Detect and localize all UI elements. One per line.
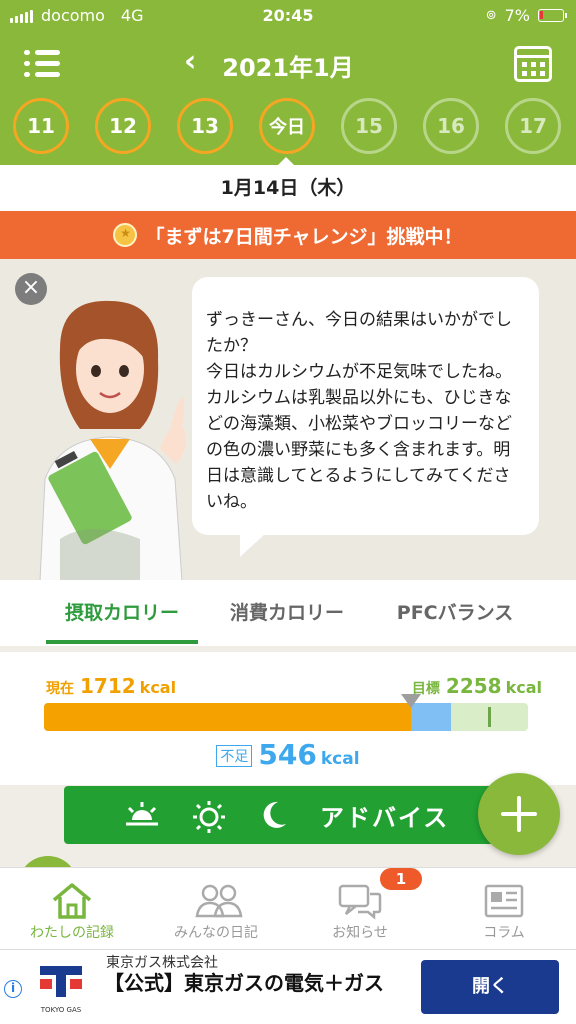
month-title: 2021年1月 — [222, 54, 354, 82]
goal-line — [488, 707, 491, 727]
header-area: docomo 4G 20:45 ⊚ 7% ‹ 2021年1月 11 12 13 … — [0, 0, 576, 165]
ad-banner[interactable]: i TOKYO GAS 東京ガス株式会社 【公式】東京ガスの電気＋ガス 開く — [0, 949, 576, 1024]
day-11[interactable]: 11 — [13, 98, 69, 154]
shortfall-kcal: 不足 546 kcal — [0, 738, 576, 771]
shortfall-value: 546 — [258, 738, 317, 771]
day-17[interactable]: 17 — [505, 98, 561, 154]
add-record-button[interactable] — [478, 773, 560, 855]
status-bar: docomo 4G 20:45 ⊚ 7% — [0, 0, 576, 32]
tab-intake-calories[interactable]: 摂取カロリー — [46, 580, 198, 646]
ad-title[interactable]: 【公式】東京ガスの電気＋ガス — [104, 970, 404, 997]
medal-icon — [113, 223, 138, 247]
date-label: 1月14日（木） — [0, 165, 576, 211]
advice-area: × ずっきーさん、今日の結果はいかがでしたか？ 今日はカルシウムが不足気味でした… — [0, 259, 576, 580]
tab-burned-calories[interactable]: 消費カロリー — [214, 580, 360, 646]
ad-advertiser: 東京ガス株式会社 — [106, 955, 218, 971]
advice-button[interactable]: アドバイス — [64, 786, 514, 844]
nav-my-records[interactable]: わたしの記録 — [0, 868, 144, 950]
calorie-card: 摂取カロリー 消費カロリー PFCバランス 現在 1712 kcal 目標 2258 k… — [0, 580, 576, 785]
sunrise-icon — [126, 802, 158, 826]
rotation-lock-icon: ⊚ — [485, 8, 497, 23]
battery-label: 7% — [504, 6, 530, 25]
current-kcal: 現在 1712 kcal — [46, 674, 177, 698]
calorie-progress-bar — [44, 703, 528, 731]
challenge-banner[interactable]: 「まずは7日間チャレンジ」挑戦中！ — [0, 211, 576, 259]
day-15[interactable]: 15 — [341, 98, 397, 154]
home-icon — [52, 883, 92, 919]
tab-pfc-balance[interactable]: PFCバランス — [382, 580, 528, 646]
svg-text:TOKYO GAS: TOKYO GAS — [40, 1006, 82, 1014]
advisor-illustration — [39, 300, 186, 580]
ad-open-button[interactable]: 開く — [421, 960, 559, 1014]
day-16[interactable]: 16 — [423, 98, 479, 154]
intake-fill — [44, 703, 411, 731]
newspaper-icon — [484, 884, 524, 918]
day-12[interactable]: 12 — [95, 98, 151, 154]
advice-button-label: アドバイス — [320, 804, 450, 832]
people-icon — [195, 884, 243, 918]
active-tab-indicator — [46, 640, 198, 644]
current-marker — [401, 694, 421, 708]
notification-badge: 1 — [380, 868, 422, 890]
advice-message: ずっきーさん、今日の結果はいかがでしたか？ 今日はカルシウムが不足気味でしたね。… — [206, 310, 512, 512]
calendar-icon[interactable] — [514, 46, 552, 82]
chat-icon — [338, 884, 382, 920]
day-selector: 11 12 13 今日 15 16 17 — [0, 98, 576, 156]
moon-icon — [263, 801, 286, 828]
info-icon[interactable]: i — [4, 980, 22, 998]
goal-kcal-value: 2258 — [445, 674, 502, 698]
current-kcal-value: 1712 — [80, 674, 136, 698]
nav-community-diary[interactable]: みんなの日記 — [144, 868, 288, 950]
battery-icon — [538, 9, 567, 22]
shortfall-tag: 不足 — [216, 744, 253, 767]
goal-kcal: 目標 2258 kcal — [411, 674, 542, 698]
sun-icon — [193, 801, 225, 833]
nav-columns[interactable]: コラム — [432, 868, 576, 950]
advice-bubble: ずっきーさん、今日の結果はいかがでしたか？ 今日はカルシウムが不足気味でしたね。… — [192, 277, 539, 557]
day-13[interactable]: 13 — [177, 98, 233, 154]
day-today[interactable]: 今日 — [259, 98, 315, 154]
challenge-text: 「まずは7日間チャレンジ」挑戦中！ — [145, 225, 463, 248]
tokyo-gas-logo: TOKYO GAS — [40, 966, 82, 1014]
bottom-navigation: わたしの記録 みんなの日記 お知らせ コラム 1 — [0, 867, 576, 949]
